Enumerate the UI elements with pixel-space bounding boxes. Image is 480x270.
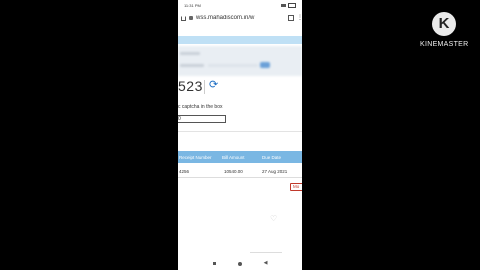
captcha-divider bbox=[204, 80, 205, 94]
kinemaster-watermark: K KINEMASTER bbox=[420, 10, 468, 54]
battery-icon bbox=[288, 2, 296, 8]
blurred-form-row bbox=[178, 46, 302, 76]
table-row: 4256 10540.00 27 Aug 2021 bbox=[178, 165, 302, 177]
kinemaster-text: KINEMASTER bbox=[420, 41, 469, 48]
cell-receipt: 4256 bbox=[179, 169, 190, 174]
status-bar: 11:31 PM bbox=[178, 0, 302, 10]
browser-url-bar[interactable]: wss.mahadiscom.in/w ⋮ bbox=[178, 10, 302, 26]
android-nav-bar: ◀ bbox=[178, 257, 302, 270]
more-button[interactable]: Mo bbox=[290, 183, 302, 191]
row-divider bbox=[178, 177, 302, 178]
back-icon[interactable]: ◀ bbox=[264, 261, 268, 266]
status-icons bbox=[281, 2, 296, 8]
header-bill-amount: Bill Amount bbox=[222, 154, 245, 160]
refresh-captcha-icon[interactable]: ⟳ bbox=[209, 78, 218, 91]
captcha-input[interactable]: 0 bbox=[178, 115, 226, 123]
status-time: 11:31 PM bbox=[184, 2, 201, 8]
scroll-indicator bbox=[250, 252, 282, 253]
header-due-date: Due Date bbox=[262, 154, 282, 160]
phone-screen: 11:31 PM wss.mahadiscom.in/w ⋮ 523 ⟳ c c… bbox=[178, 0, 302, 270]
table-header: Receipt Number Bill Amount Due Date bbox=[178, 151, 302, 163]
heart-icon: ♡ bbox=[270, 214, 278, 223]
home-icon[interactable] bbox=[181, 15, 186, 21]
lock-icon bbox=[189, 16, 193, 20]
captcha-hint: c captcha in the box bbox=[178, 104, 223, 110]
cell-due-date: 27 Aug 2021 bbox=[262, 169, 288, 174]
header-receipt: Receipt Number bbox=[179, 154, 212, 160]
captcha-image: 523 bbox=[178, 78, 203, 94]
overflow-menu-icon[interactable]: ⋮ bbox=[297, 15, 302, 21]
signal-icon bbox=[281, 3, 286, 7]
home-nav-icon[interactable] bbox=[237, 261, 242, 266]
header-stripe bbox=[178, 36, 302, 44]
tabs-icon[interactable] bbox=[288, 15, 294, 21]
recents-icon[interactable] bbox=[212, 262, 216, 265]
cell-bill-amount: 10540.00 bbox=[224, 169, 243, 174]
kinemaster-logo-letter: K bbox=[438, 15, 450, 32]
blurred-button[interactable] bbox=[260, 62, 270, 68]
url-text[interactable]: wss.mahadiscom.in/w bbox=[196, 15, 285, 21]
section-divider bbox=[178, 131, 302, 132]
